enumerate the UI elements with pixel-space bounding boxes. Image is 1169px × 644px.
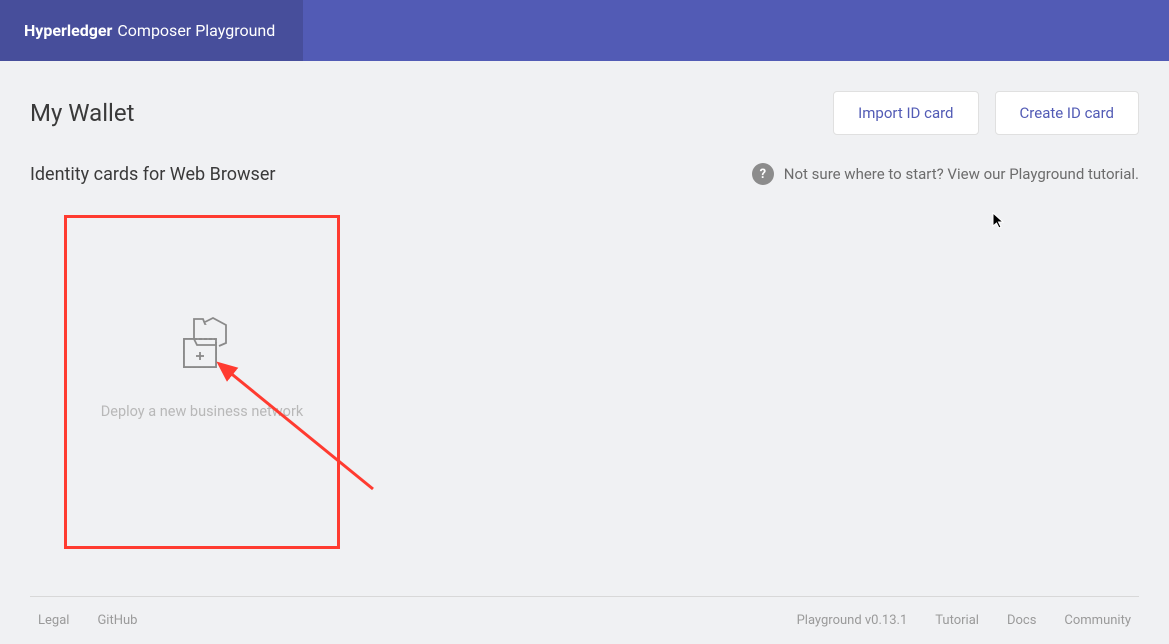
brand-rest: Composer Playground (117, 21, 275, 40)
create-id-card-button[interactable]: Create ID card (995, 91, 1139, 135)
buttons-row: Import ID card Create ID card (833, 91, 1139, 135)
footer-right: Playground v0.13.1 Tutorial Docs Communi… (797, 613, 1131, 628)
footer: Legal GitHub Playground v0.13.1 Tutorial… (30, 596, 1139, 644)
header-brand[interactable]: Hyperledger Composer Playground (0, 0, 303, 61)
subtitle-row: Identity cards for Web Browser ? Not sur… (30, 163, 1139, 185)
footer-left: Legal GitHub (38, 613, 137, 628)
deploy-network-icon (172, 316, 232, 375)
footer-version: Playground v0.13.1 (797, 613, 908, 628)
footer-tutorial-link[interactable]: Tutorial (935, 613, 979, 628)
footer-legal-link[interactable]: Legal (38, 613, 69, 628)
help-icon: ? (752, 163, 774, 185)
cards-area: Deploy a new business network (30, 215, 1139, 549)
deploy-network-card[interactable]: Deploy a new business network (64, 215, 340, 549)
main-content: My Wallet Import ID card Create ID card … (0, 61, 1169, 549)
subtitle: Identity cards for Web Browser (30, 164, 276, 185)
header: Hyperledger Composer Playground (0, 0, 1169, 61)
help-row[interactable]: ? Not sure where to start? View our Play… (752, 163, 1139, 185)
help-text: Not sure where to start? View our Playgr… (784, 165, 1139, 183)
deploy-network-label: Deploy a new business network (101, 403, 303, 420)
title-row: My Wallet Import ID card Create ID card (30, 91, 1139, 135)
page-title: My Wallet (30, 99, 134, 127)
footer-docs-link[interactable]: Docs (1007, 613, 1036, 628)
footer-community-link[interactable]: Community (1064, 613, 1131, 628)
brand-bold: Hyperledger (24, 21, 112, 40)
footer-github-link[interactable]: GitHub (97, 613, 137, 628)
import-id-card-button[interactable]: Import ID card (833, 91, 978, 135)
